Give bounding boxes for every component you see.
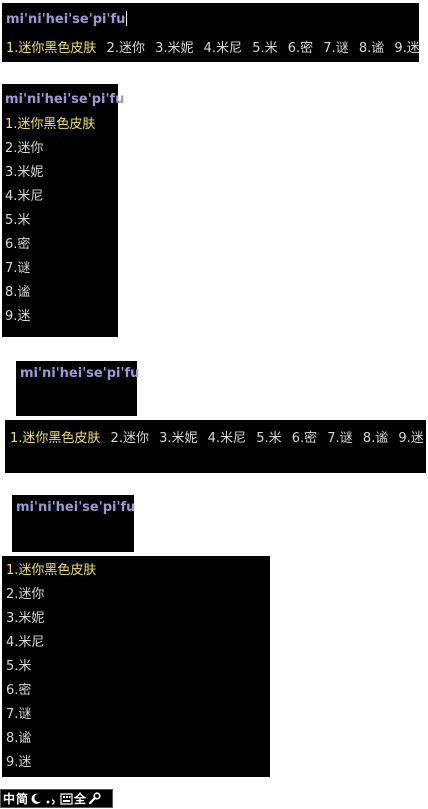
punctuation-icon[interactable] — [44, 792, 58, 806]
composition-area: mi'ni'hei'se'pi'fu — [6, 11, 128, 27]
candidate-item-5[interactable]: 5.米 — [5, 209, 95, 233]
candidate-item-9[interactable]: 9.迷 — [5, 305, 95, 329]
candidate-item-3[interactable]: 3.米妮 — [155, 41, 193, 56]
candidate-list: 1.迷你黑色皮肤 2.迷你 3.米妮 4.米尼 5.米 6.密 7.谜 8.谧 … — [6, 559, 96, 775]
wrench-icon[interactable] — [87, 792, 101, 806]
candidate-item-5[interactable]: 5.米 — [252, 41, 277, 56]
candidate-item-4[interactable]: 4.米尼 — [6, 631, 96, 655]
candidate-item-2[interactable]: 2.迷你 — [6, 583, 96, 607]
candidate-item-2[interactable]: 2.迷你 — [107, 41, 145, 56]
text-caret — [125, 91, 127, 106]
candidate-window-horizontal-separate: 1.迷你黑色皮肤 2.迷你 3.米妮 4.米尼 5.米 6.密 7.谜 8.谧 … — [5, 420, 426, 473]
candidate-item-9[interactable]: 9.迷 — [394, 41, 419, 56]
text-caret — [140, 365, 142, 380]
candidate-item-7[interactable]: 7.谜 — [323, 41, 348, 56]
candidate-item-2[interactable]: 2.迷你 — [5, 137, 95, 161]
candidate-item-3[interactable]: 3.米妮 — [5, 161, 95, 185]
pinyin-text: mi'ni'hei'se'pi'fu — [16, 500, 136, 515]
candidate-item-4[interactable]: 4.米尼 — [204, 41, 242, 56]
pinyin-text: mi'ni'hei'se'pi'fu — [5, 92, 125, 107]
candidate-item-8[interactable]: 8.谧 — [6, 727, 96, 751]
candidate-item-9[interactable]: 9.迷 — [398, 431, 423, 446]
candidate-window-vertical-separate: 1.迷你黑色皮肤 2.迷你 3.米妮 4.米尼 5.米 6.密 7.谜 8.谧 … — [2, 556, 270, 777]
candidate-item-2[interactable]: 2.迷你 — [111, 431, 149, 446]
candidate-row: 1.迷你黑色皮肤 2.迷你 3.米妮 4.米尼 5.米 6.密 7.谜 8.谧 … — [10, 427, 428, 446]
width-toggle[interactable]: 全 — [74, 791, 86, 807]
candidate-item-1[interactable]: 1.迷你黑色皮肤 — [10, 431, 100, 446]
candidate-item-6[interactable]: 6.密 — [292, 431, 317, 446]
candidate-item-6[interactable]: 6.密 — [6, 679, 96, 703]
candidate-item-6[interactable]: 6.密 — [5, 233, 95, 257]
candidate-item-3[interactable]: 3.米妮 — [159, 431, 197, 446]
charset-toggle[interactable]: 简 — [16, 791, 28, 807]
text-caret — [126, 11, 128, 26]
candidate-item-9[interactable]: 9.迷 — [6, 751, 96, 775]
composition-window-separate-2: mi'ni'hei'se'pi'fu — [12, 495, 138, 552]
soft-keyboard-icon[interactable] — [59, 792, 73, 806]
candidate-item-3[interactable]: 3.米妮 — [6, 607, 96, 631]
candidate-item-5[interactable]: 5.米 — [256, 431, 281, 446]
composition-area: mi'ni'hei'se'pi'fu — [5, 91, 127, 107]
candidate-item-7[interactable]: 7.谜 — [327, 431, 352, 446]
composition-area: mi'ni'hei'se'pi'fu — [20, 365, 142, 381]
crescent-moon-icon[interactable] — [29, 792, 43, 806]
candidate-item-1[interactable]: 1.迷你黑色皮肤 — [6, 41, 96, 56]
ime-window-horizontal-joined: mi'ni'hei'se'pi'fu 1.迷你黑色皮肤 2.迷你 3.米妮 4.… — [2, 3, 420, 62]
ime-status-bar: 中 简 全 — [0, 789, 113, 808]
candidate-item-4[interactable]: 4.米尼 — [208, 431, 246, 446]
candidate-item-7[interactable]: 7.谜 — [6, 703, 96, 727]
candidate-item-4[interactable]: 4.米尼 — [5, 185, 95, 209]
input-mode-toggle[interactable]: 中 — [3, 791, 15, 807]
pinyin-text: mi'ni'hei'se'pi'fu — [6, 12, 126, 27]
candidate-item-1[interactable]: 1.迷你黑色皮肤 — [5, 113, 95, 137]
candidate-item-7[interactable]: 7.谜 — [5, 257, 95, 281]
composition-area: mi'ni'hei'se'pi'fu — [16, 499, 138, 515]
candidate-list: 1.迷你黑色皮肤 2.迷你 3.米妮 4.米尼 5.米 6.密 7.谜 8.谧 … — [5, 113, 95, 329]
candidate-item-1[interactable]: 1.迷你黑色皮肤 — [6, 559, 96, 583]
text-caret — [136, 499, 138, 514]
candidate-item-5[interactable]: 5.米 — [6, 655, 96, 679]
candidate-item-8[interactable]: 8.谧 — [363, 431, 388, 446]
candidate-item-8[interactable]: 8.谧 — [5, 281, 95, 305]
ime-window-vertical-joined: mi'ni'hei'se'pi'fu 1.迷你黑色皮肤 2.迷你 3.米妮 4.… — [2, 84, 127, 337]
composition-window-separate-1: mi'ni'hei'se'pi'fu — [16, 361, 142, 416]
candidate-item-8[interactable]: 8.谧 — [359, 41, 384, 56]
pinyin-text: mi'ni'hei'se'pi'fu — [20, 366, 140, 381]
candidate-item-6[interactable]: 6.密 — [288, 41, 313, 56]
candidate-row: 1.迷你黑色皮肤 2.迷你 3.米妮 4.米尼 5.米 6.密 7.谜 8.谧 … — [6, 37, 426, 56]
